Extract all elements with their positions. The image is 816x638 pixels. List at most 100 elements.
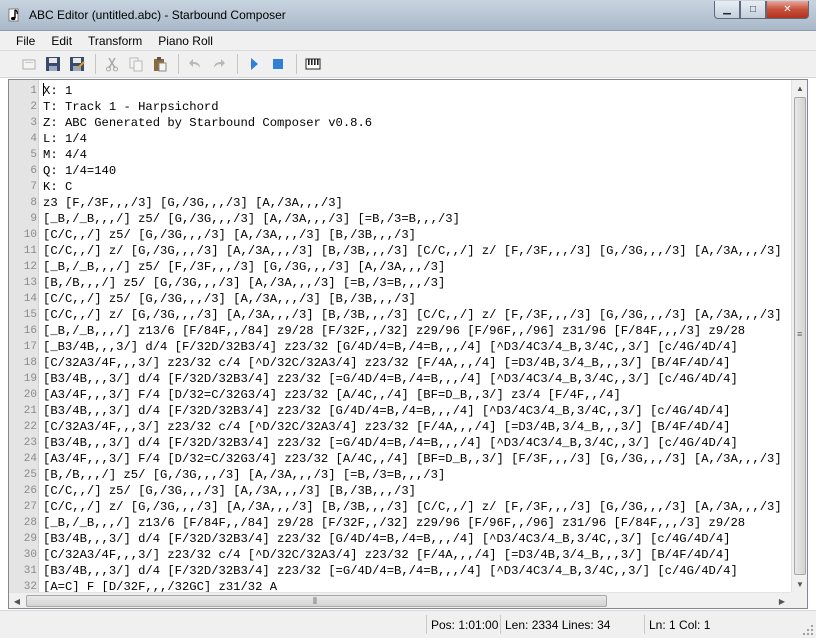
minimize-button[interactable]: ▁ [714,1,740,19]
code-line[interactable]: [C/C,,/] z/ [G,/3G,,,/3] [A,/3A,,,/3] [B… [43,243,782,259]
code-line[interactable]: [A3/4F,,,3/] F/4 [D/32=C/32G3/4] z23/32 … [43,451,782,467]
code-line[interactable]: [_B,/_B,,,/] z13/6 [F/84F,,/84] z9/28 [F… [43,515,745,531]
line-number: 23 [23,437,37,449]
status-line-column: Ln: 1 Col: 1 [644,615,794,634]
line-number: 3 [30,117,37,129]
scroll-left-arrow-icon[interactable]: ◀ [9,593,25,608]
code-line[interactable]: [_B,/_B,,,/] z13/6 [F/84F,,/84] z9/28 [F… [43,323,745,339]
toolbar-separator [178,54,179,74]
code-line[interactable]: [B,/B,,,/] z5/ [G,/3G,,,/3] [A,/3A,,,/3]… [43,275,445,291]
menu-file[interactable]: File [8,31,43,50]
new-button[interactable] [18,53,40,75]
line-number: 8 [30,197,37,209]
scroll-up-arrow-icon[interactable]: ▲ [792,80,807,96]
resize-grip-icon[interactable] [802,624,814,636]
line-number: 17 [23,341,37,353]
code-line[interactable]: [C/32A3/4F,,,3/] z23/32 c/4 [^D/32C/32A3… [43,419,731,435]
code-line[interactable]: [B3/4B,,,3/] d/4 [F/32D/32B3/4] z23/32 [… [43,531,731,547]
save-as-icon [70,57,85,71]
copy-button[interactable] [125,53,147,75]
code-line[interactable]: [A3/4F,,,3/] F/4 [D/32=C/32G3/4] z23/32 … [43,387,621,403]
line-number-gutter: 1 2 3 4 5 6 7 8 9 10 11 12 13 14 15 16 17 18 19 20 21 22 23 24 2… [9,80,39,593]
line-number: 29 [23,533,37,545]
line-number: 22 [23,421,37,433]
line-number: 9 [30,213,37,225]
code-line[interactable]: [A=C] F [D/32F,,,/32GC] z31/32 A [43,579,277,592]
vertical-scroll-thumb[interactable]: ≡ [794,97,806,575]
code-line[interactable]: [C/C,,/] z5/ [G,/3G,,,/3] [A,/3A,,,/3] [… [43,227,416,243]
code-line[interactable]: [C/C,,/] z/ [G,/3G,,,/3] [A,/3A,,,/3] [B… [43,307,782,323]
code-line[interactable]: L: 1/4 [43,131,87,147]
stop-button[interactable] [267,53,289,75]
horizontal-scrollbar[interactable]: ◀ ⦀ ▶ [9,592,791,608]
line-number: 15 [23,309,37,321]
code-line[interactable]: K: C [43,179,72,195]
scroll-right-arrow-icon[interactable]: ▶ [774,593,790,608]
code-line[interactable]: [B,/B,,,/] z5/ [G,/3G,,,/3] [A,/3A,,,/3]… [43,467,445,483]
code-text-area[interactable]: X: 1 T: Track 1 - Harpsichord Z: ABC Gener… [43,80,790,592]
code-line[interactable]: [B3/4B,,,3/] d/4 [F/32D/32B3/4] z23/32 [… [43,371,738,387]
save-as-button[interactable] [66,53,88,75]
code-line[interactable]: T: Track 1 - Harpsichord [43,99,219,115]
window-title: ABC Editor (untitled.abc) - Starbound Co… [29,8,286,22]
cut-button[interactable] [101,53,123,75]
scroll-down-arrow-icon[interactable]: ▼ [792,576,807,592]
save-button[interactable] [42,53,64,75]
code-line[interactable]: [_B,/_B,,,/] z5/ [F,/3F,,,/3] [G,/3G,,,/… [43,259,445,275]
code-line[interactable]: [C/32A3/4F,,,3/] z23/32 c/4 [^D/32C/32A3… [43,355,731,371]
stop-icon [273,59,283,69]
code-line[interactable]: [B3/4B,,,3/] d/4 [F/32D/32B3/4] z23/32 [… [43,403,731,419]
line-number: 20 [23,389,37,401]
code-line[interactable]: [C/C,,/] z5/ [G,/3G,,,/3] [A,/3A,,,/3] [… [43,483,416,499]
status-position: Pos: 1:01:00 [426,615,500,634]
line-number: 4 [30,133,37,145]
menu-transform[interactable]: Transform [80,31,150,50]
code-line[interactable]: [C/C,,/] z5/ [G,/3G,,,/3] [A,/3A,,,/3] [… [43,291,416,307]
code-line[interactable]: [C/C,,/] z/ [G,/3G,,,/3] [A,/3A,,,/3] [B… [43,499,782,515]
line-number: 24 [23,453,37,465]
close-icon: ✕ [783,4,792,15]
line-number: 11 [23,245,37,257]
line-number: 31 [23,565,37,577]
line-number: 5 [30,149,37,161]
piano-roll-button[interactable] [302,53,324,75]
line-number: 14 [23,293,37,305]
code-line[interactable]: [B3/4B,,,3/] d/4 [F/32D/32B3/4] z23/32 [… [43,563,738,579]
code-line[interactable]: Z: ABC Generated by Starbound Composer v… [43,115,372,131]
horizontal-scroll-thumb[interactable]: ⦀ [26,595,607,607]
code-line[interactable]: X: 1 [43,83,72,99]
code-line[interactable]: z3 [F,/3F,,,/3] [G,/3G,,,/3] [A,/3A,,,/3… [43,195,343,211]
app-music-note-icon [8,8,19,22]
thumb-grip-icon: ⦀ [313,596,317,606]
line-number: 10 [23,229,37,241]
vertical-scrollbar[interactable]: ▲ ≡ ▼ [791,80,807,592]
piano-icon [305,58,321,70]
redo-button[interactable] [208,53,230,75]
code-line[interactable]: [_B,/_B,,,/] z5/ [G,/3G,,,/3] [A,/3A,,,/… [43,211,460,227]
undo-button[interactable] [184,53,206,75]
play-icon [251,58,258,70]
save-icon [46,57,60,71]
status-bar: Pos: 1:01:00 Len: 2334 Lines: 34 Ln: 1 C… [0,610,816,638]
code-line[interactable]: M: 4/4 [43,147,87,163]
abc-editor[interactable]: 1 2 3 4 5 6 7 8 9 10 11 12 13 14 15 16 17 18 19 20 21 22 23 24 2… [8,79,808,609]
code-line[interactable]: [C/32A3/4F,,,3/] z23/32 c/4 [^D/32C/32A3… [43,547,731,563]
window-controls: ▁ □ ✕ [714,1,809,19]
code-line[interactable]: Q: 1/4=140 [43,163,116,179]
toolbar-separator [237,54,238,74]
new-icon [22,59,36,70]
menu-piano-roll[interactable]: Piano Roll [150,31,221,50]
line-number: 1 [30,85,37,97]
text-caret [43,83,44,96]
code-line[interactable]: [_B3/4B,,,3/] d/4 [F/32D/32B3/4] z23/32 … [43,339,738,355]
menu-edit[interactable]: Edit [43,31,80,50]
line-number: 6 [30,165,37,177]
line-number: 7 [30,181,37,193]
close-button[interactable]: ✕ [766,1,809,19]
play-button[interactable] [243,53,265,75]
maximize-button[interactable]: □ [740,1,766,19]
undo-icon [189,59,200,68]
status-length-lines: Len: 2334 Lines: 34 [500,615,644,634]
paste-button[interactable] [149,53,171,75]
code-line[interactable]: [B3/4B,,,3/] d/4 [F/32D/32B3/4] z23/32 [… [43,435,738,451]
